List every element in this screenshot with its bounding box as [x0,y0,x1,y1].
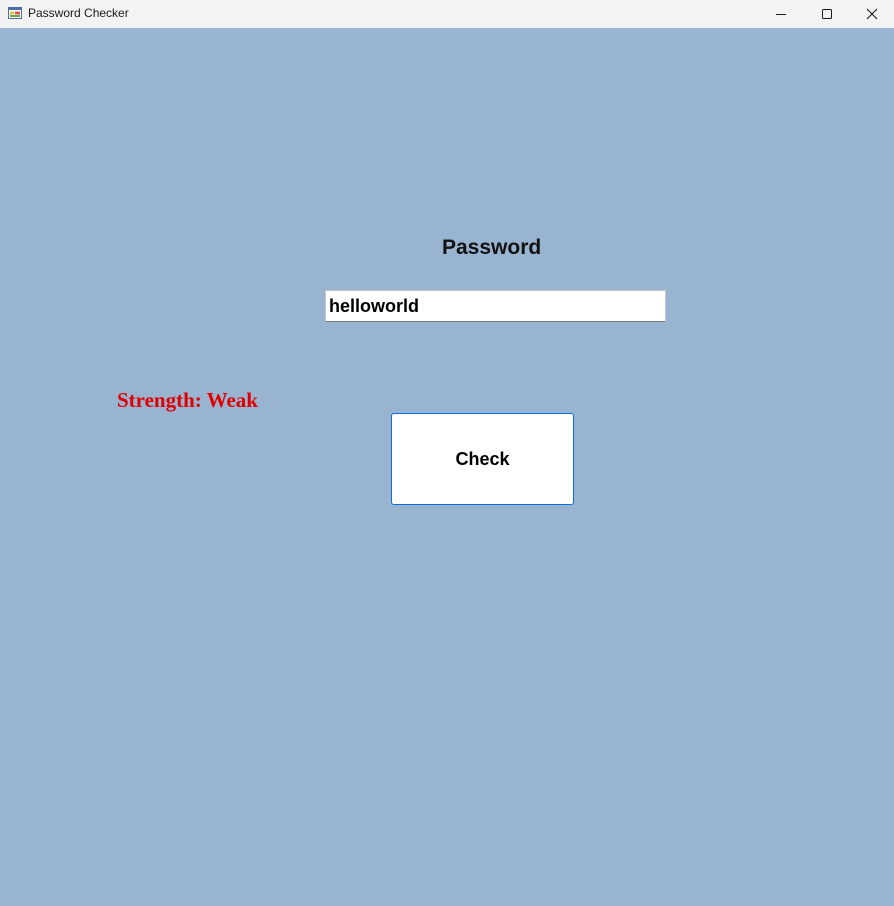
close-icon [866,8,878,20]
maximize-button[interactable] [804,0,850,28]
app-window-icon [8,6,22,20]
password-input[interactable] [325,290,666,322]
close-button[interactable] [849,0,894,28]
password-label: Password [442,236,542,259]
title-bar[interactable]: Password Checker [0,0,894,28]
maximize-icon [821,8,833,20]
check-button[interactable]: Check [391,413,574,505]
app-window: Password Checker Password Strength: Weak… [0,0,894,906]
minimize-button[interactable] [758,0,804,28]
window-title: Password Checker [28,6,129,20]
strength-label: Strength: Weak [117,388,258,412]
minimize-icon [775,8,787,20]
